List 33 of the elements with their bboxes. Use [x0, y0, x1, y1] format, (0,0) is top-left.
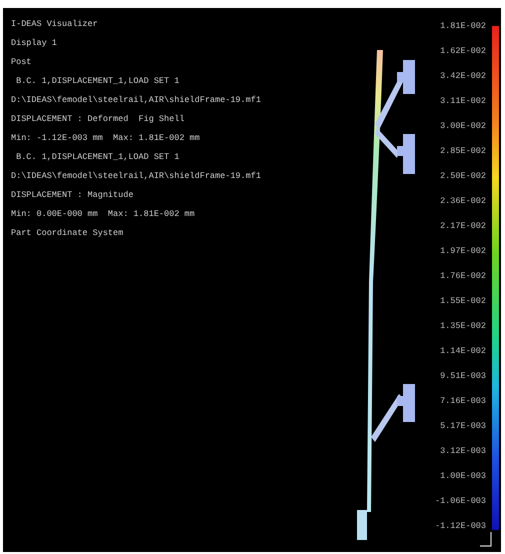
info-text: D:\IDEAS\femodel\steelrail,AIR\shieldFrame-19.mf1 — [11, 95, 262, 106]
info-text: D:\IDEAS\femodel\steelrail,AIR\shieldFrame-19.mf1 — [11, 171, 262, 182]
legend-label: 2.36E-002 — [440, 196, 486, 207]
info-text: Post — [11, 57, 32, 68]
legend-label: 9.51E-003 — [440, 371, 486, 382]
legend-label: -1.06E-003 — [434, 496, 486, 507]
info-text: Min: -1.12E-003 mm Max: 1.81E-002 mm — [11, 133, 201, 144]
legend-label: 1.00E-003 — [440, 471, 486, 482]
legend-label: 1.62E-002 — [440, 46, 486, 57]
legend-label: 3.00E-002 — [440, 121, 486, 132]
legend-label: -1.12E-003 — [434, 521, 486, 532]
legend-label: 3.11E-002 — [440, 96, 486, 107]
legend-label: 2.85E-002 — [440, 146, 486, 157]
legend-label: 3.42E-002 — [440, 71, 486, 82]
legend-label: 1.35E-002 — [440, 321, 486, 332]
info-text: B.C. 1,DISPLACEMENT_1,LOAD SET 1 — [15, 152, 180, 163]
legend-label: 1.14E-002 — [440, 346, 486, 357]
info-text: Display 1 — [11, 38, 58, 49]
legend-label: 2.50E-002 — [440, 171, 486, 182]
legend-label: 5.17E-003 — [440, 421, 486, 432]
info-text: DISPLACEMENT : Deformed Fig Shell — [11, 114, 186, 125]
info-text: Min: 0.00E-000 mm Max: 1.81E-002 mm — [11, 209, 196, 220]
legend-label: 1.76E-002 — [440, 271, 486, 282]
info-text: I-DEAS Visualizer — [11, 19, 99, 30]
legend-label: 2.17E-002 — [440, 221, 486, 232]
legend-label: 1.55E-002 — [440, 296, 486, 307]
legend-label: 1.97E-002 — [440, 246, 486, 257]
info-text: DISPLACEMENT : Magnitude — [11, 190, 134, 201]
legend-label: 1.81E-002 — [440, 21, 486, 32]
info-text: Part Coordinate System — [11, 228, 124, 239]
legend-label: 7.16E-003 — [440, 396, 486, 407]
info-text: B.C. 1,DISPLACEMENT_1,LOAD SET 1 — [15, 76, 180, 87]
legend-label: 3.12E-003 — [440, 446, 486, 457]
